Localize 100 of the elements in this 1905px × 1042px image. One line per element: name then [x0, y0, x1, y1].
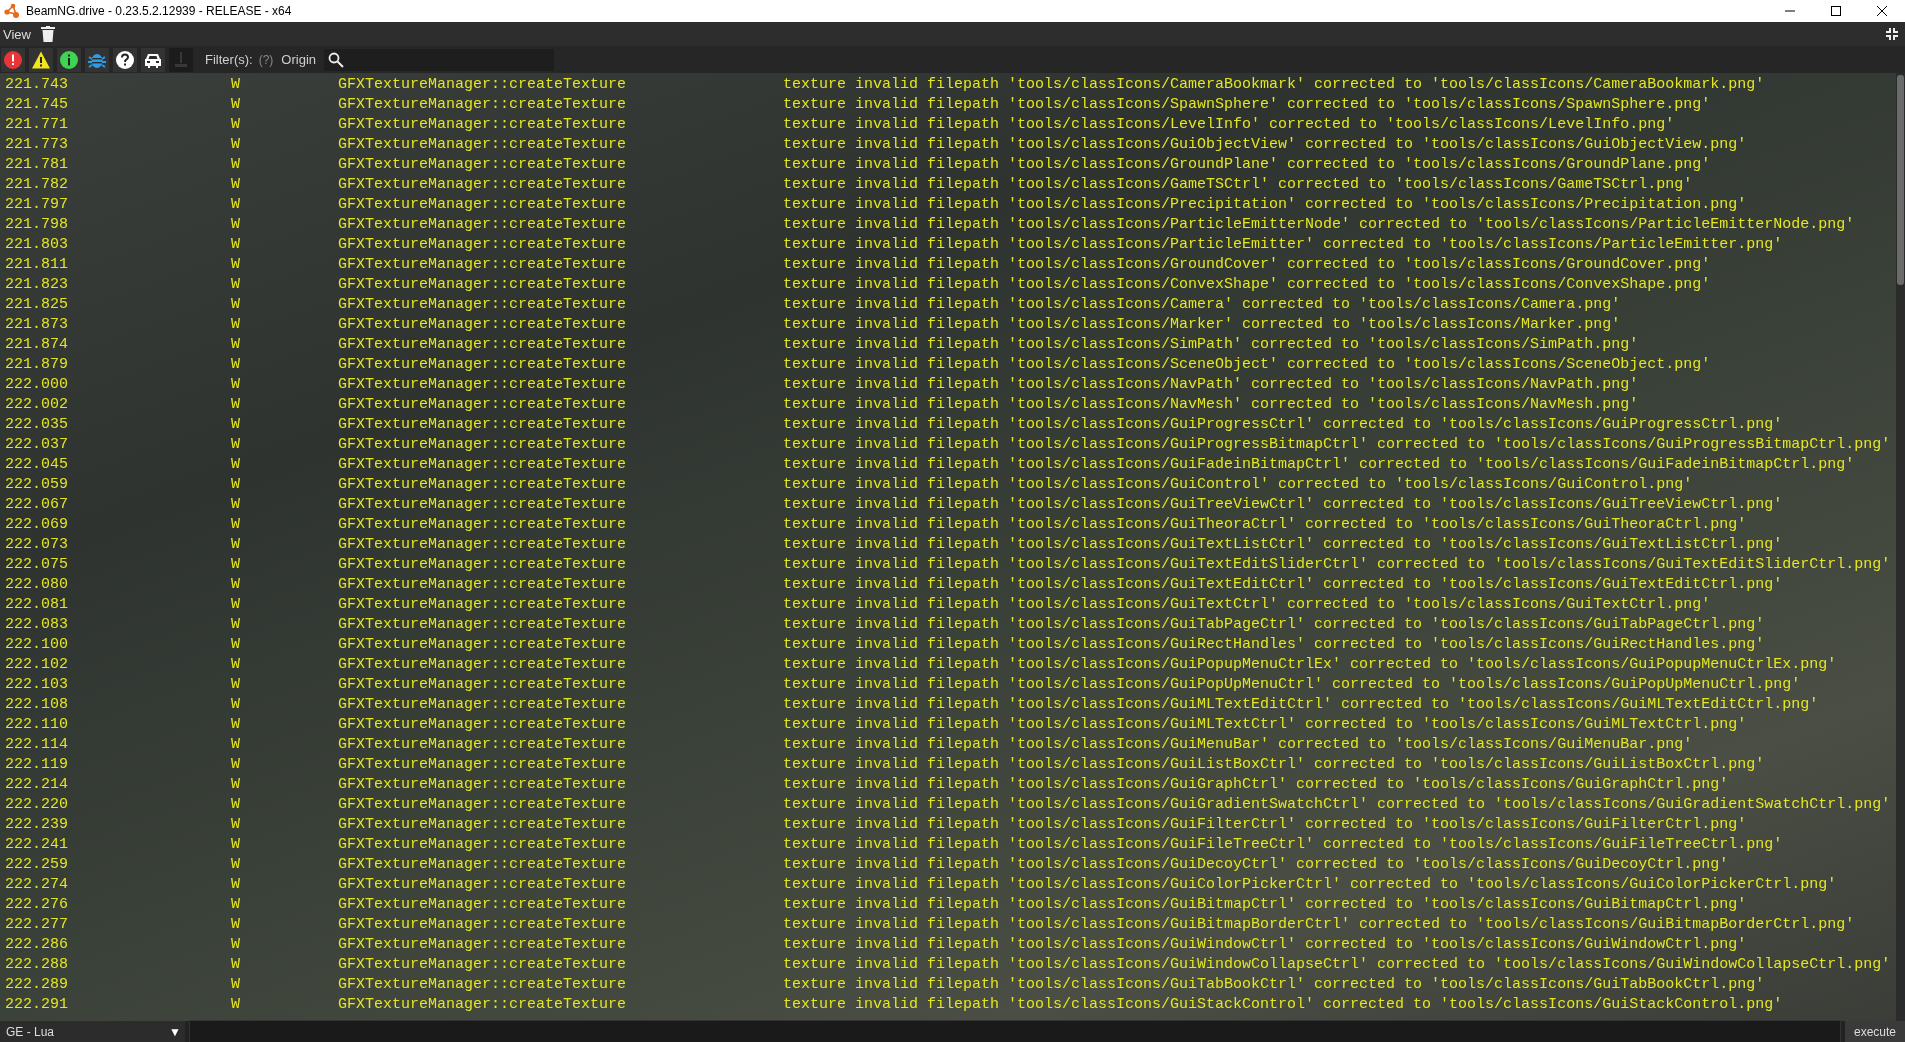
- log-time: 221.798: [5, 215, 69, 233]
- vehicle-filter-button[interactable]: [141, 47, 165, 72]
- debug-filter-button[interactable]: [85, 47, 109, 72]
- log-message: texture invalid filepath 'tools/classIcons/ParticleEmitterNode' corrected to 'tools/classIcons/ParticleEmitterNode.png': [783, 215, 1856, 233]
- log-source: GFXTextureManager::createTexture: [338, 675, 628, 693]
- log-level: W: [231, 275, 241, 293]
- log-level: W: [231, 775, 241, 793]
- log-time: 222.103: [5, 675, 69, 693]
- log-source: GFXTextureManager::createTexture: [338, 635, 628, 653]
- context-dropdown[interactable]: GE - Lua ▼: [0, 1021, 185, 1042]
- log-time: 221.781: [5, 155, 69, 173]
- warning-filter-button[interactable]: [29, 47, 53, 72]
- log-time: 221.879: [5, 355, 69, 373]
- command-input[interactable]: [189, 1020, 1841, 1042]
- log-source: GFXTextureManager::createTexture: [338, 955, 628, 973]
- menu-item[interactable]: View: [0, 26, 37, 42]
- log-time: 222.119: [5, 755, 69, 773]
- log-level: W: [231, 675, 241, 693]
- log-source: GFXTextureManager::createTexture: [338, 235, 628, 253]
- log-level: W: [231, 415, 241, 433]
- help-filter-button[interactable]: [113, 47, 137, 72]
- log-time: 221.803: [5, 235, 69, 253]
- log-level: W: [231, 135, 241, 153]
- log-level: W: [231, 875, 241, 893]
- log-time: 222.075: [5, 555, 69, 573]
- log-time: 222.288: [5, 955, 69, 973]
- log-level: W: [231, 175, 241, 193]
- log-time: 221.771: [5, 115, 69, 133]
- log-message: texture invalid filepath 'tools/classIcons/GuiTabBookCtrl' corrected to 'tools/classIcons/GuiTabBookCtrl.png': [783, 975, 1766, 993]
- log-source: GFXTextureManager::createTexture: [338, 415, 628, 433]
- info-filter-button[interactable]: [57, 47, 81, 72]
- log-level: W: [231, 195, 241, 213]
- log-message: texture invalid filepath 'tools/classIcons/GuiStackControl' corrected to 'tools/classIcons/GuiStackControl.png': [783, 995, 1784, 1013]
- log-time: 221.873: [5, 315, 69, 333]
- filter-help-hint[interactable]: (?): [258, 52, 274, 67]
- log-message: texture invalid filepath 'tools/classIcons/ParticleEmitter' corrected to 'tools/classIcons/ParticleEmitter.png': [783, 235, 1784, 253]
- log-level: W: [231, 555, 241, 573]
- log-level: W: [231, 235, 241, 253]
- search-icon: [328, 51, 345, 68]
- log-message: texture invalid filepath 'tools/classIcons/Marker' corrected to 'tools/classIcons/Marker.png': [783, 315, 1622, 333]
- log-source: GFXTextureManager::createTexture: [338, 355, 628, 373]
- log-message: texture invalid filepath 'tools/classIcons/LevelInfo' corrected to 'tools/classIcons/LevelInfo.png': [783, 115, 1676, 133]
- log-level: W: [231, 575, 241, 593]
- log-message: texture invalid filepath 'tools/classIcons/GuiMLTextEditCtrl' corrected to 'tools/classIcons/GuiMLTextEditCtrl.png': [783, 695, 1820, 713]
- log-time: 222.108: [5, 695, 69, 713]
- log-message: texture invalid filepath 'tools/classIcons/GuiTextEditCtrl' corrected to 'tools/classIcons/GuiTextEditCtrl.png': [783, 575, 1784, 593]
- log-time: 221.782: [5, 175, 69, 193]
- log-message: texture invalid filepath 'tools/classIcons/GuiObjectView' corrected to 'tools/classIcons/GuiObjectView.png': [783, 135, 1748, 153]
- trash-icon[interactable]: [40, 26, 55, 42]
- log-message: texture invalid filepath 'tools/classIcons/GroundPlane' corrected to 'tools/classIcons/GroundPlane.png': [783, 155, 1712, 173]
- log-level: W: [231, 935, 241, 953]
- log-level: W: [231, 355, 241, 373]
- log-level: W: [231, 755, 241, 773]
- log-message: texture invalid filepath 'tools/classIcons/GroundCover' corrected to 'tools/classIcons/GroundCover.png': [783, 255, 1712, 273]
- app-logo-icon: [4, 3, 20, 19]
- log-level: W: [231, 255, 241, 273]
- log-message: texture invalid filepath 'tools/classIcons/CameraBookmark' corrected to 'tools/classIcons/CameraBookmark.png': [783, 75, 1766, 93]
- search-field[interactable]: [324, 48, 555, 71]
- log-message: texture invalid filepath 'tools/classIcons/GuiFilterCtrl' corrected to 'tools/classIcons/GuiFilterCtrl.png': [783, 815, 1748, 833]
- log-level: W: [231, 635, 241, 653]
- log-message: texture invalid filepath 'tools/classIcons/GuiPopupMenuCtrlEx' corrected to 'tools/classIcons/GuiPopupMenuCtrlEx.png': [783, 655, 1838, 673]
- log-source: GFXTextureManager::createTexture: [338, 315, 628, 333]
- log-message: texture invalid filepath 'tools/classIcons/GuiBitmapBorderCtrl' corrected to 'tools/classIcons/GuiBitmapBorderCtrl.png': [783, 915, 1856, 933]
- log-level: W: [231, 815, 241, 833]
- scrollbar[interactable]: [1896, 73, 1905, 1021]
- log-level: W: [231, 515, 241, 533]
- log-time: 222.220: [5, 795, 69, 813]
- log-source: GFXTextureManager::createTexture: [338, 215, 628, 233]
- log-time: 222.035: [5, 415, 69, 433]
- log-message: texture invalid filepath 'tools/classIcons/GuiFileTreeCtrl' corrected to 'tools/classIcons/GuiFileTreeCtrl.png': [783, 835, 1784, 853]
- log-level: W: [231, 835, 241, 853]
- log-time: 222.259: [5, 855, 69, 873]
- log-level: W: [231, 655, 241, 673]
- maximize-icon: [1830, 5, 1842, 17]
- log-source: GFXTextureManager::createTexture: [338, 455, 628, 473]
- log-level: W: [231, 395, 241, 413]
- log-level: W: [231, 855, 241, 873]
- log-message: texture invalid filepath 'tools/classIcons/GuiWindowCtrl' corrected to 'tools/classIcons/GuiWindowCtrl.png': [783, 935, 1748, 953]
- log-source: GFXTextureManager::createTexture: [338, 935, 628, 953]
- log-level: W: [231, 895, 241, 913]
- error-filter-button[interactable]: [1, 47, 25, 72]
- log-source: GFXTextureManager::createTexture: [338, 775, 628, 793]
- log-time: 222.045: [5, 455, 69, 473]
- log-source: GFXTextureManager::createTexture: [338, 995, 628, 1013]
- log-source: GFXTextureManager::createTexture: [338, 375, 628, 393]
- log-time: 222.291: [5, 995, 69, 1013]
- log-source: GFXTextureManager::createTexture: [338, 275, 628, 293]
- log-source: GFXTextureManager::createTexture: [338, 855, 628, 873]
- log-level: W: [231, 715, 241, 733]
- log-source: GFXTextureManager::createTexture: [338, 195, 628, 213]
- error-icon: [3, 49, 23, 70]
- collapse-icon[interactable]: [1885, 27, 1899, 41]
- log-source: GFXTextureManager::createTexture: [338, 735, 628, 753]
- warning-icon: [31, 49, 51, 70]
- log-source: GFXTextureManager::createTexture: [338, 535, 628, 553]
- help-icon: [115, 49, 135, 70]
- execute-button[interactable]: execute: [1845, 1021, 1905, 1042]
- log-message: texture invalid filepath 'tools/classIcons/GuiTreeViewCtrl' corrected to 'tools/classIcons/GuiTreeViewCtrl.png': [783, 495, 1784, 513]
- log-source: GFXTextureManager::createTexture: [338, 655, 628, 673]
- log-source: GFXTextureManager::createTexture: [338, 435, 628, 453]
